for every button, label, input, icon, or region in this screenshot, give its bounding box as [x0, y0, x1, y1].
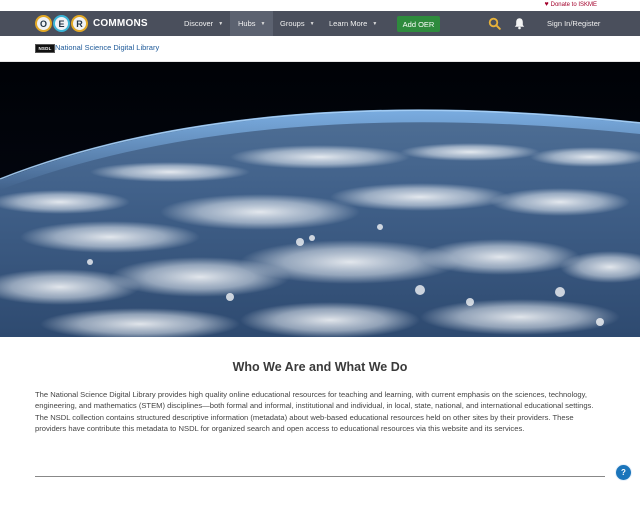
help-icon-label: ? — [621, 468, 626, 477]
nav-discover[interactable]: Discover ▼ — [176, 11, 231, 36]
hero-earth-image — [0, 62, 640, 337]
oer-commons-logo[interactable]: O E R COMMONS — [35, 14, 148, 33]
hub-title-link[interactable]: National Science Digital Library — [55, 43, 159, 52]
nav-hubs-label: Hubs — [238, 19, 256, 28]
add-oer-button[interactable]: Add OER — [397, 16, 440, 32]
chevron-down-icon: ▼ — [309, 20, 315, 27]
nav-discover-label: Discover — [184, 19, 214, 28]
chevron-down-icon: ▼ — [218, 20, 224, 27]
logo-wordmark: COMMONS — [93, 18, 148, 29]
nav-groups-label: Groups — [280, 19, 305, 28]
hub-bar: NSDL National Science Digital Library — [0, 36, 640, 62]
top-strip: ♥ Donate to ISKME — [0, 0, 640, 11]
help-icon[interactable]: ? — [615, 464, 632, 481]
nav-hubs[interactable]: Hubs ▼ — [230, 11, 274, 36]
logo-letter-e: E — [53, 15, 70, 32]
logo-letter-o: O — [35, 15, 52, 32]
page-title: Who We Are and What We Do — [232, 360, 408, 374]
nav-learn-more[interactable]: Learn More ▼ — [321, 11, 385, 36]
search-icon[interactable] — [488, 17, 501, 30]
donate-link[interactable]: ♥ Donate to ISKME — [544, 1, 597, 8]
chevron-down-icon: ▼ — [372, 20, 378, 27]
heart-icon: ♥ — [544, 1, 549, 8]
earth-from-space-illustration — [0, 62, 640, 337]
nav-learn-more-label: Learn More — [329, 19, 368, 28]
logo-letter-r: R — [71, 15, 88, 32]
nav-groups[interactable]: Groups ▼ — [272, 11, 323, 36]
hub-description: The National Science Digital Library pro… — [35, 390, 594, 434]
sign-in-register-link[interactable]: Sign In/Register — [547, 11, 600, 36]
nsdl-logo: NSDL — [35, 44, 55, 53]
chevron-down-icon: ▼ — [260, 20, 266, 27]
main-navbar: O E R COMMONS Discover ▼ Hubs ▼ Groups ▼… — [0, 11, 640, 36]
bell-icon[interactable] — [513, 17, 526, 30]
donate-label: Donate to ISKME — [550, 1, 597, 8]
section-divider — [35, 476, 605, 477]
